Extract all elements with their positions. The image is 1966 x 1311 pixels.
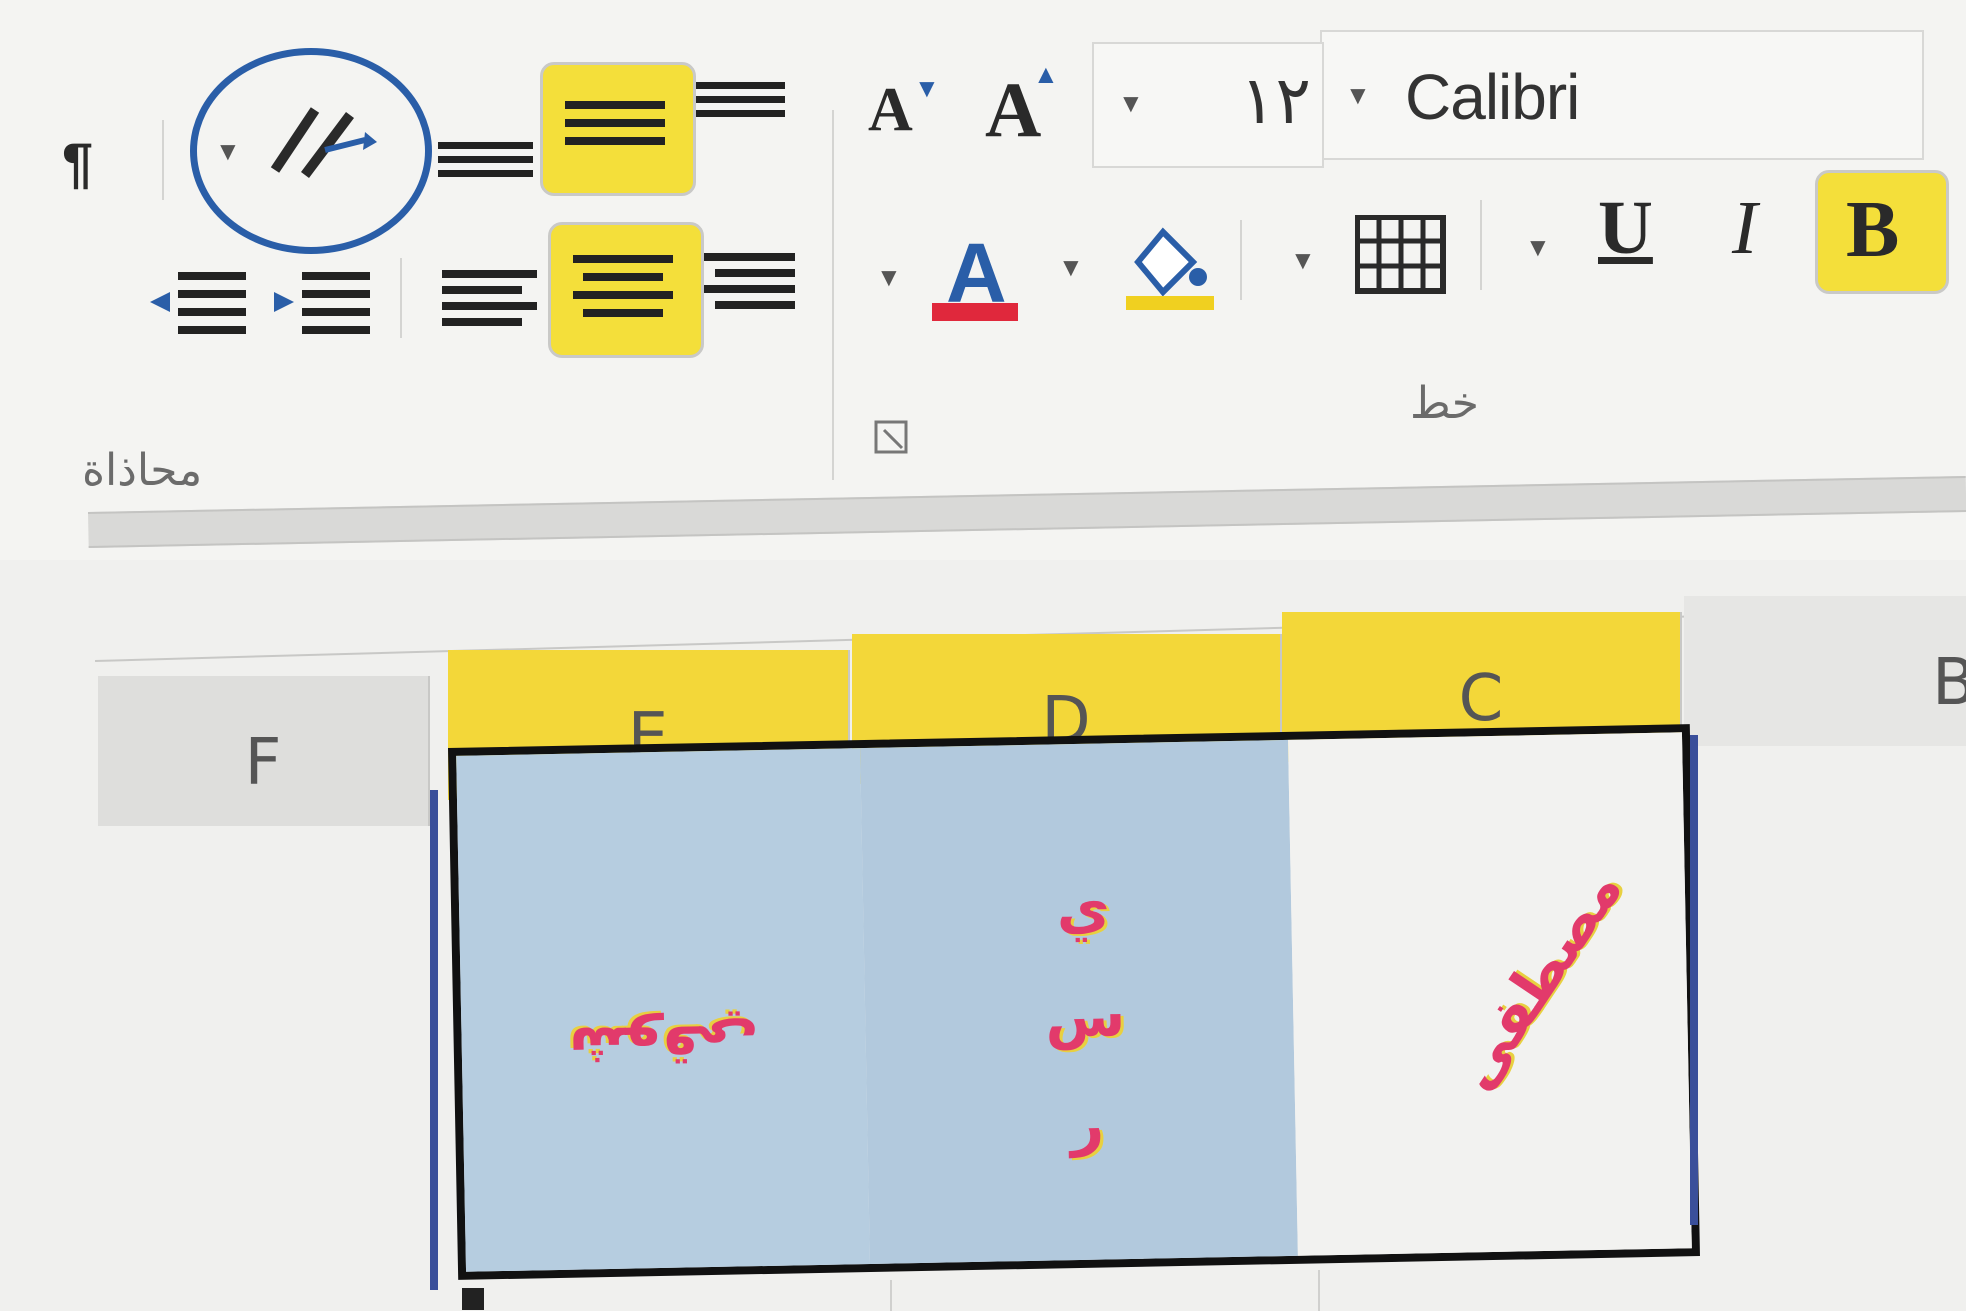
down-arrow-icon: ▼ — [914, 73, 940, 103]
font-size-dropdown-icon[interactable]: ▼ — [1118, 88, 1144, 119]
decrease-indent-button[interactable] — [148, 262, 248, 342]
font-size-value: ١٢ — [1240, 62, 1311, 139]
align-center-icon — [573, 255, 673, 317]
fill-color-button[interactable] — [1118, 222, 1218, 312]
bold-button[interactable]: B — [1815, 170, 1949, 294]
cell-e[interactable]: شوقي — [456, 748, 870, 1272]
selected-range[interactable]: شوقي ي س ر مصطفى — [448, 724, 1700, 1280]
font-group-label: خط — [1410, 378, 1479, 429]
font-dialog-launcher[interactable] — [872, 418, 912, 458]
paint-bucket-icon — [1126, 227, 1214, 310]
font-color-dropdown-icon[interactable]: ▼ — [876, 262, 902, 293]
underline-button[interactable]: U — [1590, 185, 1680, 285]
cell-c-text: مصطفى — [1439, 856, 1636, 1102]
font-name-dropdown-icon[interactable]: ▼ — [1345, 80, 1371, 111]
increase-indent-button[interactable] — [272, 262, 372, 342]
selection-edge-right — [1690, 735, 1698, 1225]
cell-d-text: ي س ر — [1044, 873, 1126, 1159]
ribbon: Calibri ▼ ١٢ ▼ A ▲ A ▼ B I U ▼ ▼ ▼ A ▼ خ… — [0, 0, 1966, 560]
font-color-button[interactable]: A — [928, 225, 1038, 325]
paragraph-direction-icon: ¶ — [62, 131, 94, 194]
column-letter: B — [1932, 646, 1966, 720]
align-middle-icon — [565, 101, 665, 145]
selection-edge-left — [430, 790, 438, 1290]
align-top-icon — [695, 82, 785, 117]
italic-button[interactable]: I — [1720, 185, 1800, 285]
cell-e-text: شوقي — [568, 1011, 760, 1083]
dialog-launcher-icon — [874, 420, 908, 454]
underline-dropdown-icon[interactable]: ▼ — [1525, 232, 1551, 263]
align-center-button[interactable] — [548, 222, 704, 358]
align-bottom-button[interactable] — [438, 128, 533, 188]
underline-icon: U — [1598, 186, 1653, 270]
text-orientation-icon — [270, 107, 377, 178]
decrease-indent-icon — [150, 272, 246, 334]
cell-c[interactable]: مصطفى — [1287, 732, 1692, 1256]
align-left-button[interactable] — [442, 262, 537, 332]
increase-font-size-button[interactable]: A ▲ — [985, 59, 1075, 155]
rtl-direction-button[interactable]: ¶ — [62, 130, 132, 194]
column-header-f[interactable]: F — [98, 676, 430, 826]
fill-handle[interactable] — [462, 1288, 484, 1310]
borders-dropdown-icon[interactable]: ▼ — [1290, 245, 1316, 276]
fill-color-dropdown-icon[interactable]: ▼ — [1058, 252, 1084, 283]
italic-icon: I — [1732, 186, 1758, 270]
decrease-font-icon: A — [868, 76, 913, 144]
align-right-button[interactable] — [700, 245, 795, 315]
align-bottom-icon — [438, 142, 533, 177]
column-header-b[interactable]: B — [1684, 596, 1966, 746]
bold-icon: B — [1846, 186, 1900, 274]
align-left-icon — [442, 270, 537, 326]
align-middle-button[interactable] — [540, 62, 696, 196]
align-top-button[interactable] — [695, 78, 785, 138]
up-arrow-icon: ▲ — [1033, 59, 1059, 89]
cell-d[interactable]: ي س ر — [860, 739, 1298, 1264]
borders-button[interactable] — [1354, 214, 1447, 295]
align-right-icon — [700, 253, 795, 309]
increase-indent-icon — [274, 272, 370, 334]
orientation-dropdown-icon[interactable]: ▼ — [215, 136, 241, 167]
column-letter: F — [244, 726, 282, 800]
font-name-value: Calibri — [1405, 61, 1580, 133]
font-color-swatch — [932, 303, 1018, 321]
borders-icon — [1354, 214, 1446, 294]
alignment-group-label: محاذاة — [82, 445, 203, 496]
orientation-button[interactable]: ▼ — [215, 100, 385, 190]
decrease-font-size-button[interactable]: A ▼ — [868, 73, 958, 165]
